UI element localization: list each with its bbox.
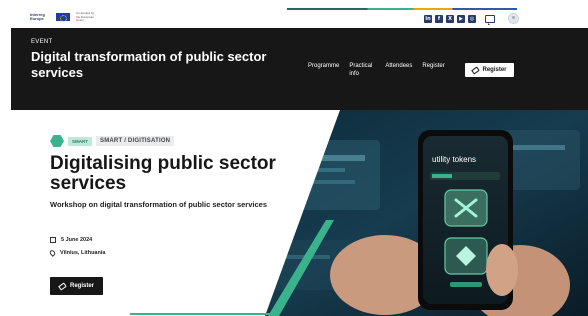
location-pin-icon	[48, 249, 57, 257]
topic-chip[interactable]: SMART / DIGITISATION	[96, 136, 175, 146]
hero-subtitle: Workshop on digital transformation of pu…	[50, 200, 267, 209]
ticket-icon	[58, 281, 67, 291]
hero-register-label: Register	[69, 283, 94, 289]
event-location: Vilnius, Lithuania	[48, 249, 106, 257]
hero-title: Digitalising public sector services	[50, 153, 276, 194]
event-location-text: Vilnius, Lithuania	[60, 250, 106, 256]
hero-register-button[interactable]: Register	[50, 277, 103, 295]
smart-hexagon-icon	[50, 135, 64, 147]
topic-badges: SMART SMART / DIGITISATION	[50, 135, 175, 147]
smart-pill[interactable]: SMART	[68, 136, 92, 146]
event-date-text: 5 June 2024	[61, 237, 93, 243]
bottom-accent-line	[130, 313, 272, 315]
calendar-icon	[50, 237, 56, 243]
event-date: 5 June 2024	[50, 237, 92, 243]
